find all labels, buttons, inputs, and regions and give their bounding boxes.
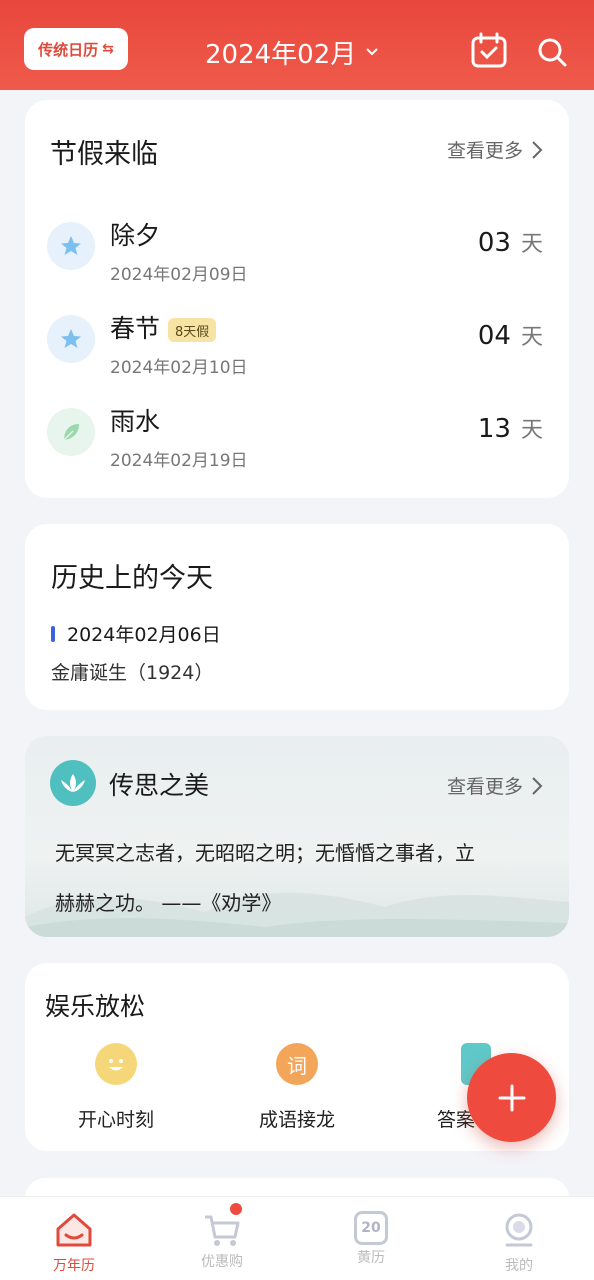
entertainment-title: 娱乐放松 — [45, 992, 146, 1021]
swap-icon: ⇆ — [102, 41, 114, 57]
month-selector[interactable]: 2024年02月 — [205, 32, 378, 72]
holiday-item-chunjie[interactable]: 春节 8天假 2024年02月10日 04 天 — [25, 309, 569, 389]
bottom-navigation: 万年历 优惠购 20 黄历 我的 — [0, 1196, 594, 1280]
history-event: 金庸诞生（1924） — [51, 662, 214, 684]
top-header: 传统日历 ⇆ 2024年02月 — [0, 0, 594, 90]
holiday-countdown: 03 天 — [478, 226, 543, 258]
calendar-toggle-label: 传统日历 — [38, 40, 99, 59]
days-count: 04 — [477, 321, 511, 351]
profile-icon — [505, 1213, 533, 1247]
quote-more-link[interactable]: 查看更多 — [447, 772, 543, 799]
notification-dot — [230, 1203, 242, 1215]
home-icon — [56, 1213, 92, 1247]
smile-icon — [95, 1043, 137, 1085]
holidays-title: 节假来临 — [50, 139, 158, 170]
holiday-name: 雨水 — [110, 407, 161, 436]
holiday-countdown: 13 天 — [478, 412, 543, 444]
nav-label: 我的 — [505, 1258, 533, 1274]
nav-label: 优惠购 — [201, 1254, 243, 1270]
holidays-more-link[interactable]: 查看更多 — [447, 136, 543, 163]
holiday-name: 除夕 — [110, 221, 161, 250]
history-date: 2024年02月06日 — [51, 620, 221, 647]
days-unit: 天 — [520, 418, 543, 443]
holiday-item-chuxi[interactable]: 除夕 2024年02月09日 03 天 — [25, 216, 569, 296]
holiday-item-yushui[interactable]: 雨水 2024年02月19日 13 天 — [25, 402, 569, 482]
entertainment-item-funny[interactable]: 开心时刻 — [41, 1043, 191, 1132]
plus-icon — [498, 1084, 525, 1111]
entertainment-item-idiom[interactable]: 词 成语接龙 — [222, 1043, 372, 1132]
days-count: 03 — [477, 228, 511, 258]
holiday-date: 2024年02月09日 — [110, 265, 248, 285]
holiday-name: 春节 — [110, 314, 161, 343]
search-icon[interactable] — [536, 36, 568, 68]
star-icon — [47, 315, 95, 363]
nav-item-calendar[interactable]: 万年历 — [24, 1211, 124, 1275]
quote-line-1: 无冥冥之志者，无昭昭之明；无惛惛之事者，立 — [55, 841, 475, 865]
days-unit: 天 — [520, 232, 543, 257]
almanac-icon: 20 — [354, 1211, 388, 1245]
chevron-right-icon — [532, 140, 543, 159]
chevron-down-icon — [366, 48, 378, 56]
cart-icon — [202, 1203, 242, 1249]
holiday-badge: 8天假 — [168, 318, 217, 342]
entertainment-label: 成语接龙 — [258, 1109, 335, 1131]
holiday-date: 2024年02月10日 — [110, 358, 248, 378]
holidays-card: 节假来临 查看更多 除夕 2024年02月09日 03 天 春节 8天假 2024… — [25, 100, 569, 498]
days-unit: 天 — [520, 325, 543, 350]
quote-line-2: 赫赫之功。 ——《劝学》 — [55, 891, 282, 915]
traditional-calendar-toggle-button[interactable]: 传统日历 ⇆ — [24, 28, 128, 70]
history-title: 历史上的今天 — [51, 563, 213, 594]
chevron-right-icon — [532, 776, 543, 795]
holiday-date: 2024年02月19日 — [110, 451, 248, 471]
quote-title: 传思之美 — [109, 771, 210, 800]
holiday-countdown: 04 天 — [478, 319, 543, 351]
month-title-label: 2024年02月 — [205, 39, 357, 70]
lotus-icon — [50, 760, 96, 806]
nav-label: 黄历 — [357, 1250, 385, 1266]
nav-item-almanac[interactable]: 20 黄历 — [321, 1211, 421, 1267]
star-icon — [47, 222, 95, 270]
entertainment-label: 开心时刻 — [77, 1109, 154, 1131]
history-today-card[interactable]: 历史上的今天 2024年02月06日 金庸诞生（1924） — [25, 524, 569, 710]
nav-label: 万年历 — [53, 1258, 95, 1274]
more-label: 查看更多 — [446, 776, 523, 798]
quote-text: 无冥冥之志者，无昭昭之明；无惛惛之事者，立 赫赫之功。 ——《劝学》 — [55, 828, 539, 928]
quote-card[interactable]: 传思之美 查看更多 无冥冥之志者，无昭昭之明；无惛惛之事者，立 赫赫之功。 ——… — [25, 736, 569, 937]
nav-item-deals[interactable]: 优惠购 — [172, 1203, 272, 1271]
calendar-check-icon[interactable] — [470, 32, 508, 70]
more-label: 查看更多 — [446, 140, 523, 162]
add-button[interactable] — [467, 1053, 556, 1142]
accent-bar — [51, 625, 55, 642]
nav-item-profile[interactable]: 我的 — [469, 1211, 569, 1275]
days-count: 13 — [477, 414, 511, 444]
ci-icon: 词 — [276, 1043, 318, 1085]
history-date-label: 2024年02月06日 — [67, 624, 221, 646]
leaf-icon — [47, 408, 95, 456]
